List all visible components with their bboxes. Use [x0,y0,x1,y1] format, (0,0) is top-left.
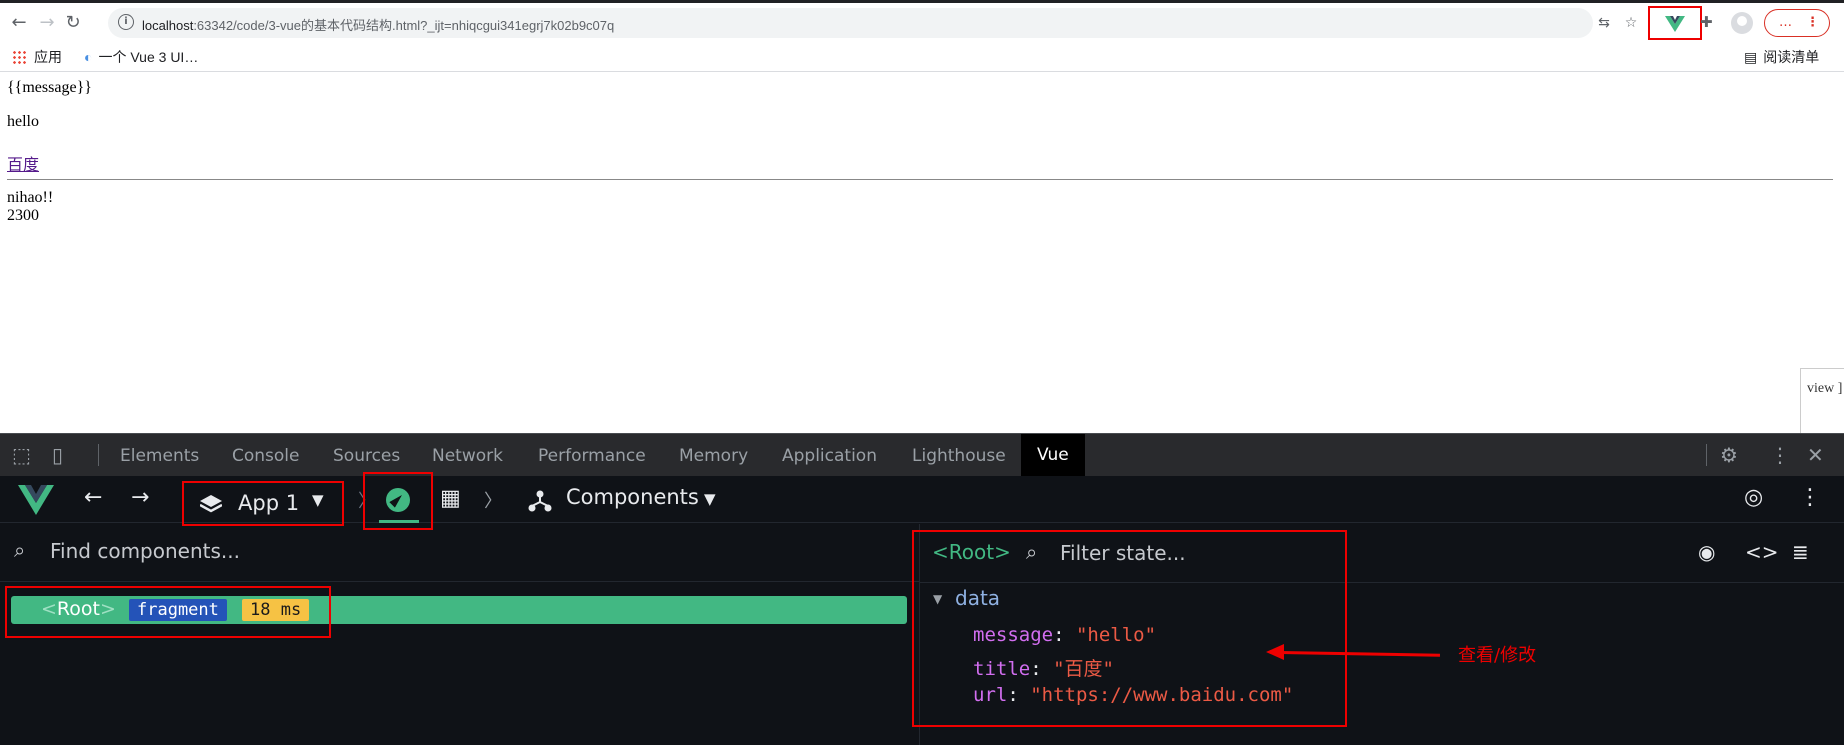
root-highlight-box [5,586,331,638]
tab-application[interactable]: Application [782,446,877,466]
reading-list-button[interactable]: ▤ 阅读清单 [1744,47,1819,67]
url-text[interactable]: localhost:63342/code/3-vue的基本代码结构.html?_… [142,15,614,34]
divider [7,179,1833,180]
close-icon[interactable]: ✕ [1807,443,1824,467]
vue-logo-icon [18,485,54,515]
forward-arrow-icon[interactable]: → [131,485,149,510]
profile-icon[interactable] [1731,12,1753,34]
separator [98,444,99,466]
separator [1706,444,1707,466]
inspect-element-icon[interactable]: ⬚ [12,443,31,467]
bookmark-apps-label: 应用 [34,49,62,65]
chevron-down-icon[interactable]: ▼ [704,490,716,508]
vue-extension-button[interactable] [1648,6,1702,40]
vue-toolbar: ← → App 1 ▼ 〉 ▦ 〉 Components ▼ ◎ ⋮ [0,472,1844,530]
layers-icon [200,495,222,513]
vue-extension-icon [1665,16,1685,32]
number-text: 2300 [7,207,39,224]
component-search[interactable]: ⌕ Find components... [0,524,920,582]
forward-arrow-icon[interactable]: → [36,12,58,34]
kebab-menu-icon: ⋮ [1806,15,1819,30]
hello-text: hello [7,113,39,130]
bookmarks-bar: 应用 ◐ 一个 Vue 3 UI… ▤ 阅读清单 [0,40,1844,72]
gear-icon[interactable]: ⚙ [1720,443,1738,467]
browser-toolbar: ← → ↻ i localhost:63342/code/3-vue的基本代码结… [0,0,1844,40]
address-bar[interactable]: i localhost:63342/code/3-vue的基本代码结构.html… [108,8,1637,38]
tab-network[interactable]: Network [432,446,503,466]
menu-label: … [1779,15,1792,30]
search-icon: ⌕ [14,538,26,562]
vue-devtools-panel: ← → App 1 ▼ 〉 ▦ 〉 Components ▼ ◎ ⋮ ⌕ Fin… [0,472,1844,745]
inspector-tab-highlight[interactable] [363,472,433,530]
tab-memory[interactable]: Memory [679,446,748,466]
back-arrow-icon[interactable]: ← [8,12,30,34]
translate-icon[interactable]: ⇆ [1595,14,1613,32]
puzzle-icon[interactable]: ✚ [1700,13,1713,31]
apps-grid-icon [12,50,26,64]
chevron-right-icon: 〉 [484,491,502,512]
bookmark-apps[interactable]: 应用 [12,47,62,67]
nihao-text: nihao!! [7,189,54,206]
vue-ui-icon: ◐ [84,49,93,65]
collapse-icon[interactable]: ≣ [1792,540,1809,564]
bookmark-item-label: 一个 Vue 3 UI… [98,49,199,65]
tab-sources[interactable]: Sources [333,446,400,466]
app-selector[interactable]: App 1 ▼ [182,481,344,526]
page-content: {{message}} hello 百度 nihao!! 2300 view ] [0,73,1844,460]
back-arrow-icon[interactable]: ← [84,485,102,510]
reload-icon[interactable]: ↻ [62,12,84,34]
tab-performance[interactable]: Performance [538,446,646,466]
kebab-menu-icon[interactable]: ⋮ [1770,443,1790,467]
reading-list-icon: ▤ [1744,49,1758,65]
devtools-tabbar: ⬚ ▯ Elements Console Sources Network Per… [0,433,1844,476]
state-highlight-box [912,530,1347,727]
url-host: localhost [142,18,194,33]
component-tree-icon[interactable] [528,489,552,513]
star-icon[interactable]: ☆ [1622,14,1640,32]
info-icon[interactable]: i [118,14,134,30]
url-path: :63342/code/3-vue的基本代码结构.html?_ijt=nhiqc… [193,18,615,33]
annotation-arrow-head [1266,644,1284,660]
tab-vue[interactable]: Vue [1021,434,1085,476]
chevron-down-icon: ▼ [312,491,324,509]
app-label: App 1 [238,491,300,515]
active-indicator [379,520,419,523]
tab-lighthouse[interactable]: Lighthouse [912,446,1006,466]
annotation-label: 查看/修改 [1458,645,1537,666]
eye-icon[interactable]: ◉ [1698,540,1715,564]
bookmark-item[interactable]: ◐ 一个 Vue 3 UI… [84,47,198,67]
tab-console[interactable]: Console [232,446,300,466]
target-icon[interactable]: ◎ [1744,485,1763,510]
baidu-link-wrap: 百度 [7,151,39,175]
device-toolbar-icon[interactable]: ▯ [52,443,63,467]
find-components-input[interactable]: Find components... [50,539,240,563]
code-icon[interactable]: <> [1745,540,1779,564]
timeline-icon[interactable]: ▦ [440,486,461,511]
raw-template-text: {{message}} [7,79,92,96]
compass-icon [386,488,410,512]
baidu-link[interactable]: 百度 [7,157,39,174]
tab-elements[interactable]: Elements [120,446,199,466]
reading-list-label: 阅读清单 [1763,49,1820,65]
kebab-menu-icon[interactable]: ⋮ [1799,485,1821,510]
browser-menu-button[interactable]: … ⋮ [1764,9,1830,37]
components-label[interactable]: Components [566,485,699,509]
